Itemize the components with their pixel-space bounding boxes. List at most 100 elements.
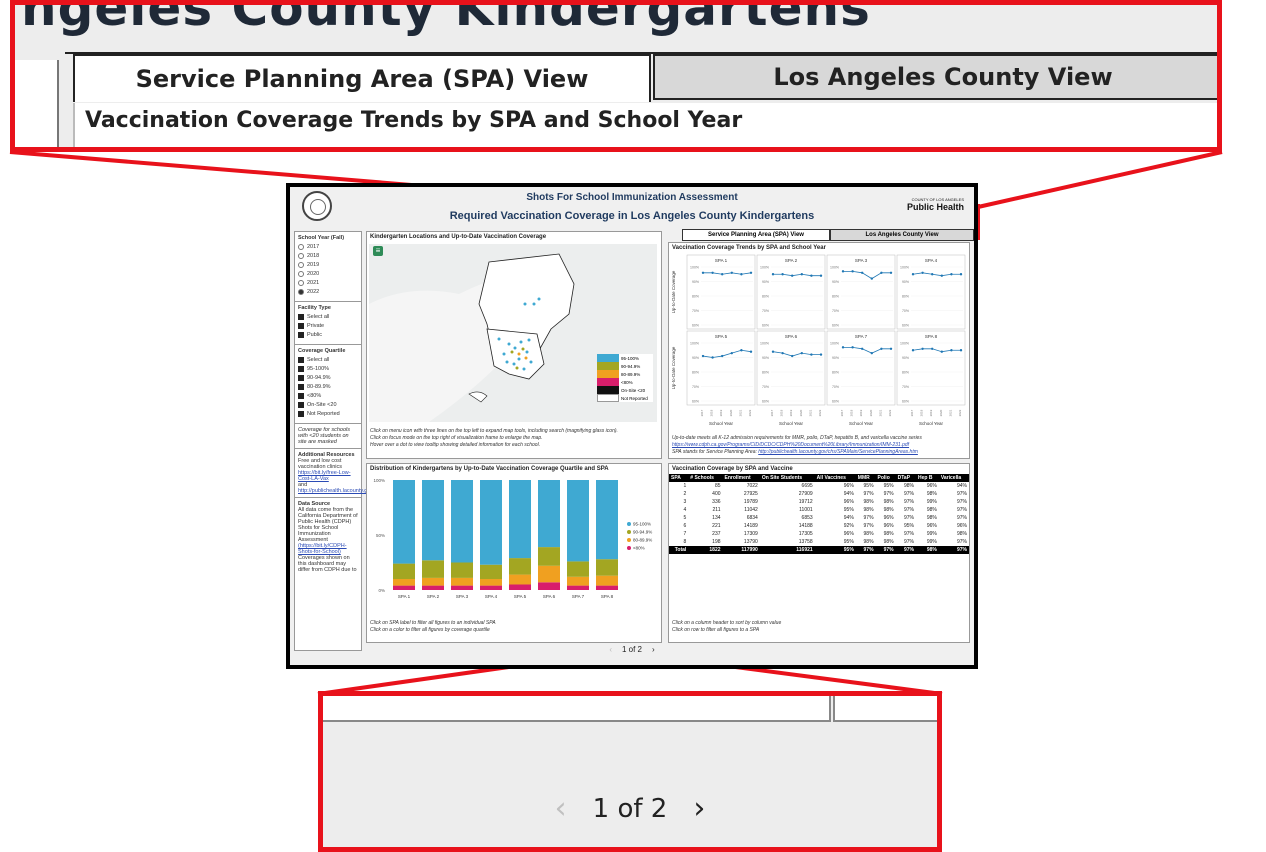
distribution-chart[interactable]: 100% 50% 0% SPA 1 SPA 2 SPA 3 SPA 4 SPA 5 SPA 6 S… bbox=[367, 474, 661, 606]
column-header[interactable]: All Vaccines bbox=[814, 474, 856, 482]
map-legend-item[interactable]: 80-89.9% bbox=[597, 370, 653, 378]
column-header[interactable]: Polio bbox=[875, 474, 896, 482]
data-point bbox=[730, 351, 733, 355]
table-row[interactable]: 2 400 27925 27909 94% 97% 97% 97% 98% 97% bbox=[669, 490, 969, 498]
table-cell: 95% bbox=[863, 483, 874, 489]
year-option[interactable]: 2017 bbox=[298, 244, 358, 250]
x-tick-label: SPA 6 bbox=[543, 594, 556, 599]
table-cell: 98% bbox=[863, 531, 874, 537]
y-tick-label: 90% bbox=[832, 280, 839, 284]
cdph-link[interactable]: (https://bit.ly/CDPH-Shots-for-School) bbox=[298, 543, 358, 555]
table-cell: 13790 bbox=[743, 539, 758, 545]
column-header[interactable]: MMR bbox=[855, 474, 876, 482]
table-cell: 97% bbox=[903, 531, 914, 537]
quartile-option[interactable]: 90-94.9% bbox=[298, 375, 358, 381]
facility-option[interactable]: Select all bbox=[298, 314, 358, 320]
column-header[interactable]: # Schools bbox=[688, 474, 723, 482]
table-row[interactable]: 7 237 17309 17305 96% 98% 98% 97% 99% 98% bbox=[669, 530, 969, 538]
table-row[interactable]: 4 211 11042 11001 95% 98% 98% 97% 98% 97% bbox=[669, 506, 969, 514]
school-year-title: School Year (Fall) bbox=[298, 235, 345, 241]
vaccinate-link[interactable]: http://publichealth.lacounty.gov/vaccina… bbox=[298, 488, 409, 494]
year-option[interactable]: 2021 bbox=[298, 280, 358, 286]
bar-segment bbox=[538, 582, 560, 590]
requirements-link[interactable]: https://www.cdph.ca.gov/Programs/CID/DCD… bbox=[672, 442, 966, 449]
clinics-link[interactable]: https://bit.ly/free-Low-Cost-LA-Vax bbox=[298, 470, 358, 482]
table-cell: 211 bbox=[712, 507, 721, 513]
tab-county-view-small[interactable]: Los Angeles County View bbox=[830, 229, 974, 241]
table-cell: 97% bbox=[903, 515, 914, 521]
legend-label: <80% bbox=[633, 546, 645, 551]
quartile-label: 80-89.9% bbox=[307, 384, 331, 390]
y-tick-label: 100% bbox=[900, 342, 909, 346]
column-header[interactable]: Enrollment bbox=[722, 474, 760, 482]
table-total-row[interactable]: Total 1822 117990 116921 95% 97% 97% 97% 98% 97% bbox=[669, 546, 969, 554]
data-point bbox=[701, 354, 705, 358]
y-tick-label: 100% bbox=[760, 266, 769, 270]
map-legend-item[interactable]: <80% bbox=[597, 378, 653, 386]
map-menu-icon[interactable]: ≡ bbox=[373, 246, 383, 256]
table-row[interactable]: 6 221 14189 14188 92% 97% 96% 95% 96% 96% bbox=[669, 522, 969, 530]
column-header[interactable]: DTaP bbox=[895, 474, 916, 482]
table-cell: 6853 bbox=[801, 515, 813, 521]
table-row[interactable]: 5 134 6834 6853 94% 97% 96% 97% 98% 97% bbox=[669, 514, 969, 522]
table-row[interactable]: 3 336 19789 19712 96% 98% 98% 97% 99% 97% bbox=[669, 498, 969, 506]
y-tick-label: 90% bbox=[902, 356, 909, 360]
bar-segment bbox=[480, 579, 502, 586]
table-cell: 98% bbox=[956, 531, 967, 537]
table-note: Click on a column header to sort by colu… bbox=[672, 620, 782, 626]
quartile-option[interactable]: 95-100% bbox=[298, 366, 358, 372]
previous-page-icon[interactable]: ‹ bbox=[609, 645, 612, 654]
map-legend-item[interactable]: 90-94.9% bbox=[597, 362, 653, 370]
year-option[interactable]: 2019 bbox=[298, 262, 358, 268]
map-legend-item[interactable]: 95-100% bbox=[597, 354, 653, 362]
table-cell: 11001 bbox=[799, 507, 813, 513]
year-label: 2018 bbox=[307, 253, 320, 259]
column-header[interactable]: On Site Students bbox=[759, 474, 815, 482]
y-tick-label: 100% bbox=[690, 266, 699, 270]
quartile-option[interactable]: On-Site <20 bbox=[298, 402, 358, 408]
trends-chart[interactable]: SPA 1 100% 90% 80% 70% 60% Up-to-Date Coverage… bbox=[669, 253, 969, 433]
tab-county-view[interactable]: Los Angeles County View bbox=[653, 54, 1217, 100]
tab-spa-view[interactable]: Service Planning Area (SPA) View bbox=[73, 54, 651, 102]
facility-option[interactable]: Private bbox=[298, 323, 358, 329]
year-option[interactable]: 2020 bbox=[298, 271, 358, 277]
kindergarten-map[interactable]: ≡ 95-100% 90-94.9% 80-89.9% <80% On-Site… bbox=[369, 244, 657, 422]
bar-segment bbox=[567, 561, 589, 577]
column-header[interactable]: Varicella bbox=[938, 474, 969, 482]
table-cell: 17305 bbox=[798, 531, 813, 537]
quartile-option[interactable]: Not Reported bbox=[298, 411, 358, 417]
quartile-option[interactable]: <80% bbox=[298, 393, 358, 399]
map-note: Hover over a dot to view tooltip showing… bbox=[370, 442, 541, 448]
table-cell: 198 bbox=[712, 539, 721, 545]
bar-segment bbox=[509, 574, 531, 585]
data-point bbox=[921, 271, 924, 274]
table-cell: 85 bbox=[714, 483, 721, 489]
table-cell: 17309 bbox=[743, 531, 758, 537]
next-page-icon[interactable]: › bbox=[652, 645, 655, 654]
year-option[interactable]: 2018 bbox=[298, 253, 358, 259]
table-cell: 116921 bbox=[759, 546, 815, 554]
table-row[interactable]: 8 198 13790 13758 95% 98% 98% 97% 99% 97% bbox=[669, 538, 969, 546]
map-legend-item[interactable]: Not Reported bbox=[597, 394, 653, 402]
year-option-selected[interactable]: 2022 bbox=[298, 289, 358, 295]
bar-segment bbox=[567, 480, 589, 562]
quartile-option[interactable]: Select all bbox=[298, 357, 358, 363]
map-legend-label: 95-100% bbox=[621, 355, 640, 361]
next-page-icon[interactable]: › bbox=[693, 791, 705, 826]
y-tick-label: 50% bbox=[376, 533, 385, 538]
y-tick-label: 100% bbox=[690, 342, 699, 346]
table-cell: 96% bbox=[883, 515, 894, 521]
table-row[interactable]: 1 85 7022 6695 96% 95% 95% 98% 96% 94% bbox=[669, 482, 969, 490]
tab-spa-view-small[interactable]: Service Planning Area (SPA) View bbox=[682, 229, 830, 241]
data-point bbox=[721, 354, 724, 358]
quartile-option[interactable]: 80-89.9% bbox=[298, 384, 358, 390]
spa-link[interactable]: http://publichealth.lacounty.gov/chs/SPA… bbox=[758, 449, 918, 455]
x-tick-label: 2017 bbox=[700, 409, 704, 416]
column-header[interactable]: SPA bbox=[669, 474, 689, 482]
table-cell: 97% bbox=[863, 523, 874, 529]
column-header[interactable]: Hep B bbox=[915, 474, 939, 482]
bar-segment bbox=[393, 563, 415, 579]
map-legend-item[interactable]: On-Site <20 bbox=[597, 386, 653, 394]
previous-page-icon[interactable]: ‹ bbox=[555, 791, 567, 826]
facility-option[interactable]: Public bbox=[298, 332, 358, 338]
